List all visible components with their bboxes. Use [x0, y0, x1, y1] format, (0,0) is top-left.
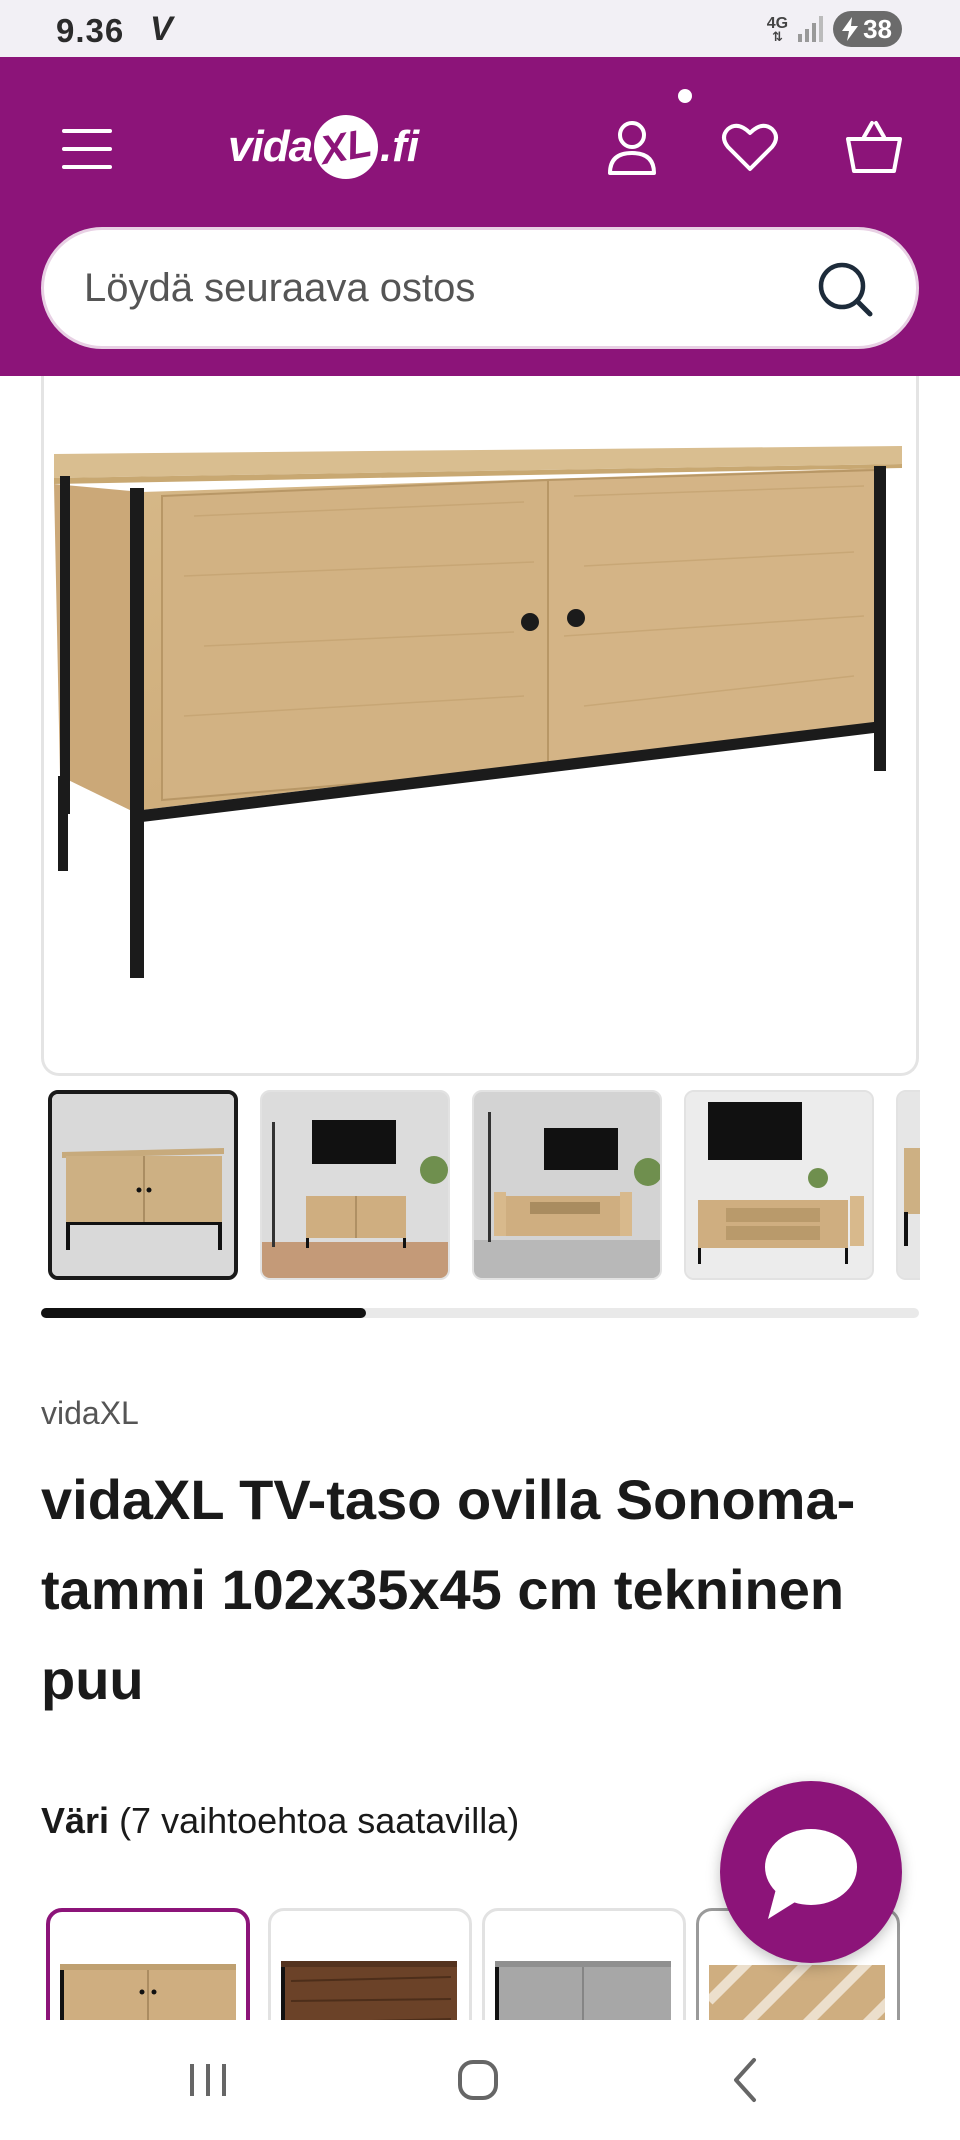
basket-icon[interactable]: [844, 117, 904, 177]
battery-charging-icon: [842, 17, 859, 41]
app-header: vida XL .fi: [0, 57, 960, 376]
status-indicators: 4G ⇅ 38: [767, 10, 902, 48]
color-label: Väri: [41, 1800, 110, 1841]
thumbnail-strip[interactable]: [48, 1090, 920, 1282]
menu-icon[interactable]: [62, 129, 116, 169]
swatch-grey-sonoma-image: [495, 1961, 671, 2020]
thumbnail-product-front-image: [52, 1094, 234, 1276]
recent-apps-icon[interactable]: [178, 2050, 238, 2110]
search-icon[interactable]: [816, 260, 876, 320]
thumbnail-room-closed-doors[interactable]: [260, 1090, 450, 1280]
status-time: 9.36: [56, 12, 125, 49]
tv-stand-sonoma-oak-product-image[interactable]: [41, 376, 919, 1076]
logo-part: .fi: [380, 122, 420, 171]
network-type: 4G ⇅: [767, 15, 788, 44]
thumbnail-tv-wall-open[interactable]: [684, 1090, 874, 1280]
swatch-sonoma-oak[interactable]: [46, 1908, 250, 2020]
color-selector-label: Väri (7 vaihtoehtoa saatavilla): [41, 1800, 519, 1842]
swatch-smoked-oak-image: [281, 1961, 457, 2020]
swatch-grey-sonoma[interactable]: [482, 1908, 686, 2020]
battery-level: 38: [863, 13, 892, 44]
notification-dot: [678, 89, 692, 103]
back-icon[interactable]: [716, 2050, 776, 2110]
swatch-smoked-oak[interactable]: [268, 1908, 472, 2020]
system-nav-bar: [0, 2020, 960, 2140]
thumbnail-product-front[interactable]: [48, 1090, 238, 1280]
thumbnail-room-open-doors-image: [474, 1092, 660, 1278]
tv-stand-illustration: [54, 446, 902, 978]
thumbnail-partial-image: [898, 1092, 920, 1278]
logo-part: vida: [228, 122, 313, 171]
search-bar[interactable]: [41, 227, 919, 349]
search-input[interactable]: [84, 258, 784, 318]
vidaxl-logo[interactable]: vida XL .fi: [228, 107, 419, 187]
home-icon[interactable]: [448, 2050, 508, 2110]
chat-bubble-icon: [765, 1829, 857, 1919]
gallery-scroll-track[interactable]: [41, 1308, 919, 1318]
wishlist-heart-icon[interactable]: [720, 117, 780, 177]
logo-part: XL: [308, 109, 384, 185]
chat-button[interactable]: [720, 1781, 902, 1963]
thumbnail-tv-wall-open-image: [686, 1092, 872, 1278]
product-title: vidaXL TV-taso ovilla Sonoma-tammi 102x3…: [41, 1468, 856, 1711]
battery-indicator: 38: [833, 11, 902, 47]
swatch-sonoma-oak-image: [60, 1964, 236, 2020]
signal-icon: [798, 16, 824, 42]
data-arrows-icon: ⇅: [771, 28, 783, 44]
thumbnail-room-closed-doors-image: [262, 1092, 448, 1278]
account-icon[interactable]: [602, 117, 662, 177]
color-options-count: (7 vaihtoehtoa saatavilla): [119, 1800, 520, 1841]
product-brand[interactable]: vidaXL: [41, 1395, 139, 1432]
status-bar: 9.36 V 4G ⇅ 38: [0, 0, 960, 57]
thumbnail-partial[interactable]: [896, 1090, 920, 1280]
gallery-scroll-thumb[interactable]: [41, 1308, 366, 1318]
thumbnail-room-open-doors[interactable]: [472, 1090, 662, 1280]
carrier-icon: V: [150, 10, 173, 48]
